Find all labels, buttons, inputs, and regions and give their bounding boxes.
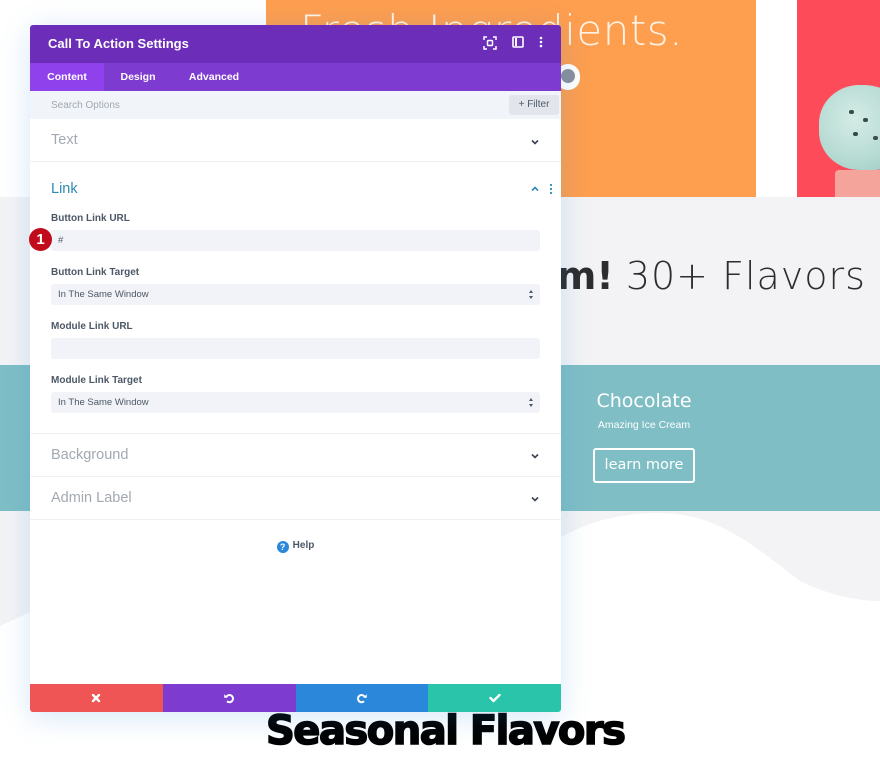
chevron-down-icon[interactable] — [530, 451, 540, 461]
help-link[interactable]: ? Help — [30, 540, 561, 553]
module-link-url-input[interactable] — [51, 338, 540, 359]
tab-content[interactable]: Content — [30, 63, 104, 91]
section-text[interactable]: Text — [30, 119, 561, 162]
section-admin-label-title: Admin Label — [51, 490, 132, 506]
check-icon — [488, 693, 501, 703]
ice-cream-cup-image — [835, 170, 880, 197]
fullscreen-icon[interactable] — [483, 36, 499, 52]
button-link-target-label: Button Link Target — [51, 267, 140, 278]
tab-design[interactable]: Design — [104, 63, 172, 91]
chevron-up-icon[interactable] — [530, 184, 540, 194]
section-link-title[interactable]: Link — [51, 181, 78, 197]
button-link-target-value: In The Same Window — [58, 289, 149, 300]
help-icon: ? — [276, 541, 289, 553]
promo-subtitle: Amazing Ice Cream — [597, 419, 691, 431]
more-options-icon[interactable] — [539, 36, 555, 52]
module-link-url-label: Module Link URL — [51, 321, 133, 332]
modal-tabs: Content Design Advanced — [30, 63, 561, 91]
module-link-target-label: Module Link Target — [51, 375, 142, 386]
button-link-url-input[interactable] — [51, 230, 540, 251]
close-icon — [92, 693, 101, 703]
hero-red-card — [797, 0, 880, 197]
step-number-badge: 1 — [29, 228, 52, 251]
learn-more-button[interactable]: learn more — [593, 448, 695, 483]
undo-icon — [224, 694, 235, 704]
split-view-icon[interactable] — [512, 36, 528, 52]
modal-header[interactable]: Call To Action Settings — [30, 25, 561, 63]
button-link-url-label: Button Link URL — [51, 213, 130, 224]
tab-advanced[interactable]: Advanced — [172, 63, 256, 91]
search-row: + Filter — [30, 91, 561, 119]
select-arrows-icon — [529, 398, 533, 407]
section-link: Link Button Link URL Button Link Target … — [30, 162, 561, 434]
call-to-action-settings-modal: Call To Action Settings Content Design A… — [30, 25, 561, 712]
select-arrows-icon — [529, 290, 533, 299]
cancel-button[interactable] — [30, 684, 163, 712]
promo-title: Chocolate — [596, 390, 692, 412]
filter-button[interactable]: + Filter — [509, 95, 559, 115]
chevron-down-icon[interactable] — [530, 494, 540, 504]
section-admin-label[interactable]: Admin Label — [30, 477, 561, 520]
button-link-target-select[interactable]: In The Same Window — [51, 284, 540, 305]
chevron-down-icon[interactable] — [530, 137, 540, 147]
undo-button[interactable] — [162, 684, 296, 712]
redo-button[interactable] — [295, 684, 429, 712]
search-options-input[interactable] — [30, 91, 506, 119]
section-background-title: Background — [51, 447, 129, 463]
module-link-target-value: In The Same Window — [58, 397, 149, 408]
help-label: Help — [292, 540, 315, 551]
globe-icon — [561, 69, 575, 83]
ice-cream-image — [819, 85, 880, 170]
flavors-heading-rest: 30+ Flavors — [625, 254, 866, 298]
seasonal-flavors-heading: Seasonal Flavors — [265, 707, 627, 755]
section-text-title: Text — [51, 132, 78, 148]
save-button[interactable] — [428, 684, 561, 712]
section-background[interactable]: Background — [30, 434, 561, 477]
section-options-icon[interactable] — [549, 183, 553, 195]
redo-icon — [356, 694, 367, 704]
modal-title: Call To Action Settings — [48, 36, 189, 51]
modal-footer — [30, 684, 561, 712]
module-link-target-select[interactable]: In The Same Window — [51, 392, 540, 413]
